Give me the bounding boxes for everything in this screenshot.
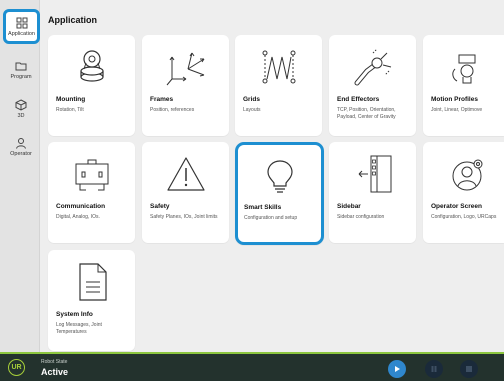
sidebar-item-application[interactable]: Application <box>3 9 40 44</box>
card-sidebar[interactable]: Sidebar Sidebar configuration <box>329 142 416 243</box>
stop-button[interactable] <box>460 360 478 378</box>
card-description: Layouts <box>243 107 261 113</box>
warning-icon <box>166 157 205 191</box>
grid-pattern-icon <box>262 50 295 84</box>
grid-icon <box>16 17 27 28</box>
card-title: Motion Profiles <box>431 96 478 103</box>
card-title: Mounting <box>56 96 86 103</box>
card-system-info[interactable]: System Info Log Messages, Joint Temperat… <box>48 250 135 351</box>
card-title: Grids <box>243 96 260 103</box>
sidebar-item-label: Program <box>10 74 32 80</box>
play-icon <box>395 366 400 372</box>
card-title: System Info <box>56 311 93 318</box>
pause-button[interactable] <box>425 360 443 378</box>
card-communication[interactable]: Communication Digital, Analog, IOs. <box>48 142 135 243</box>
card-title: Safety <box>150 203 170 210</box>
sidebar-item-label: Application <box>8 30 35 37</box>
card-title: Operator Screen <box>431 203 482 210</box>
sidebar-item-label: 3D <box>17 113 25 119</box>
card-title: Frames <box>150 96 174 103</box>
lightbulb-icon <box>266 160 293 193</box>
page-title: Application <box>48 15 97 25</box>
status-bar: UR Robot State Active <box>0 352 504 381</box>
motion-profile-icon <box>451 54 475 84</box>
person-icon <box>16 138 26 149</box>
sidebar-icon <box>358 155 391 193</box>
card-title: Sidebar <box>337 203 361 210</box>
sidebar-item-3d[interactable]: 3D <box>4 92 38 126</box>
sidebar: Application Program 3D Operator <box>0 0 40 352</box>
card-description: Digital, Analog, IOs. <box>56 214 100 220</box>
card-motion-profiles[interactable]: Motion Profiles Joint, Linear, Optimove <box>423 35 504 136</box>
pause-icon <box>431 366 437 372</box>
card-mounting[interactable]: Mounting Rotation, Tilt <box>48 35 135 136</box>
operator-screen-icon <box>452 159 482 191</box>
card-safety[interactable]: Safety Safety Planes, IOs, Joint limits <box>142 142 229 243</box>
card-description: Rotation, Tilt <box>56 107 84 113</box>
frames-axes-icon <box>166 52 204 86</box>
end-effector-icon <box>354 48 391 86</box>
card-description: Joint, Linear, Optimove <box>431 107 483 113</box>
sidebar-item-label: Operator <box>10 151 32 157</box>
card-description: TCP, Position, Orientation, Payload, Cen… <box>337 107 396 120</box>
card-title: End Effectors <box>337 96 380 103</box>
cube-icon <box>15 99 27 111</box>
stop-icon <box>466 366 472 372</box>
card-frames[interactable]: Frames Position, references <box>142 35 229 136</box>
sidebar-item-program[interactable]: Program <box>4 53 38 87</box>
card-title: Communication <box>56 203 106 210</box>
card-description: Sidebar configuration <box>337 214 385 220</box>
document-icon <box>78 263 107 301</box>
robot-state-value: Active <box>41 367 69 377</box>
io-box-icon <box>75 159 108 191</box>
card-description: Configuration and setup <box>244 215 298 221</box>
ur-logo: UR <box>8 359 25 376</box>
card-description: Safety Planes, IOs, Joint limits <box>150 214 218 220</box>
card-end-effectors[interactable]: End Effectors TCP, Position, Orientation… <box>329 35 416 136</box>
card-smart-skills[interactable]: Smart Skills Configuration and setup <box>235 142 324 245</box>
robot-base-icon <box>79 50 104 82</box>
card-operator-screen[interactable]: Operator Screen Configuration, Logo, URC… <box>423 142 504 243</box>
play-button[interactable] <box>388 360 406 378</box>
sidebar-item-operator[interactable]: Operator <box>4 130 38 164</box>
card-grids[interactable]: Grids Layouts <box>235 35 322 136</box>
card-description: Configuration, Logo, URCaps <box>431 214 497 220</box>
card-description: Log Messages, Joint Temperatures <box>56 322 102 335</box>
folder-icon <box>15 62 27 71</box>
card-title: Smart Skills <box>244 204 282 211</box>
robot-state-label: Robot State <box>41 359 68 365</box>
card-description: Position, references <box>150 107 195 113</box>
